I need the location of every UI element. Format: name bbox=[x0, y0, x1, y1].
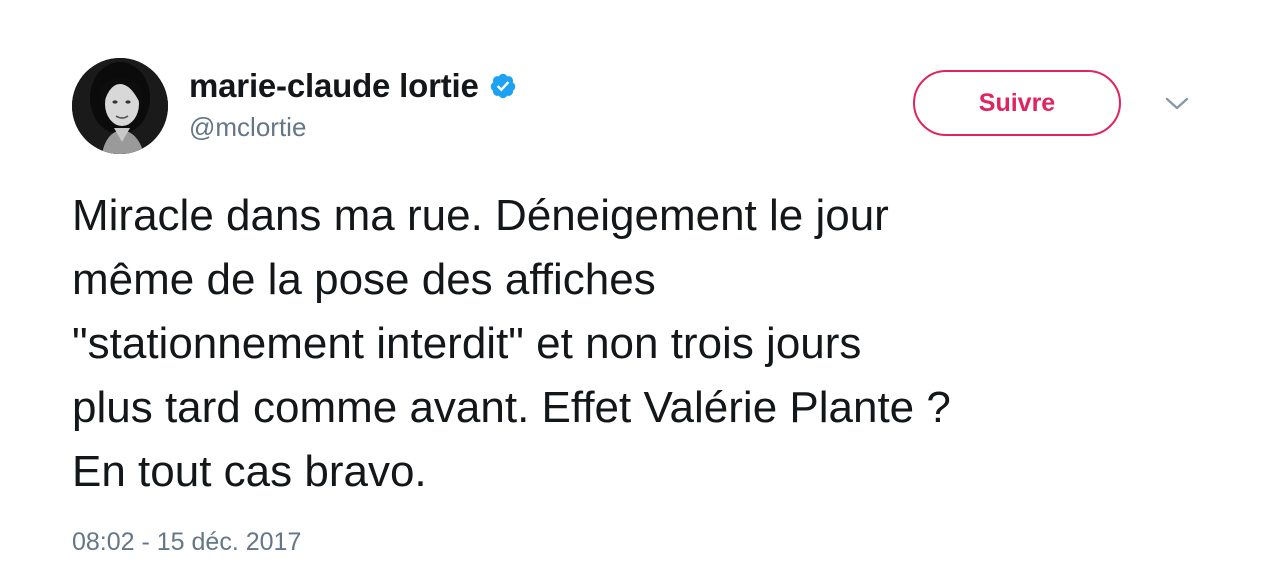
avatar[interactable] bbox=[72, 58, 168, 154]
display-name[interactable]: marie-claude lortie bbox=[189, 67, 479, 105]
verified-badge-icon bbox=[489, 72, 517, 100]
user-info: marie-claude lortie @mclortie bbox=[189, 64, 517, 143]
name-row: marie-claude lortie bbox=[189, 64, 517, 108]
tweet-card: marie-claude lortie @mclortie Suivre Mir… bbox=[0, 0, 1266, 584]
chevron-down-icon[interactable] bbox=[1163, 94, 1191, 114]
user-handle[interactable]: @mclortie bbox=[189, 112, 517, 143]
follow-button[interactable]: Suivre bbox=[913, 70, 1121, 136]
tweet-text: Miracle dans ma rue. Déneigement le jour… bbox=[72, 191, 951, 496]
tweet-timestamp[interactable]: 08:02 - 15 déc. 2017 bbox=[72, 528, 301, 557]
avatar-image bbox=[72, 58, 168, 154]
